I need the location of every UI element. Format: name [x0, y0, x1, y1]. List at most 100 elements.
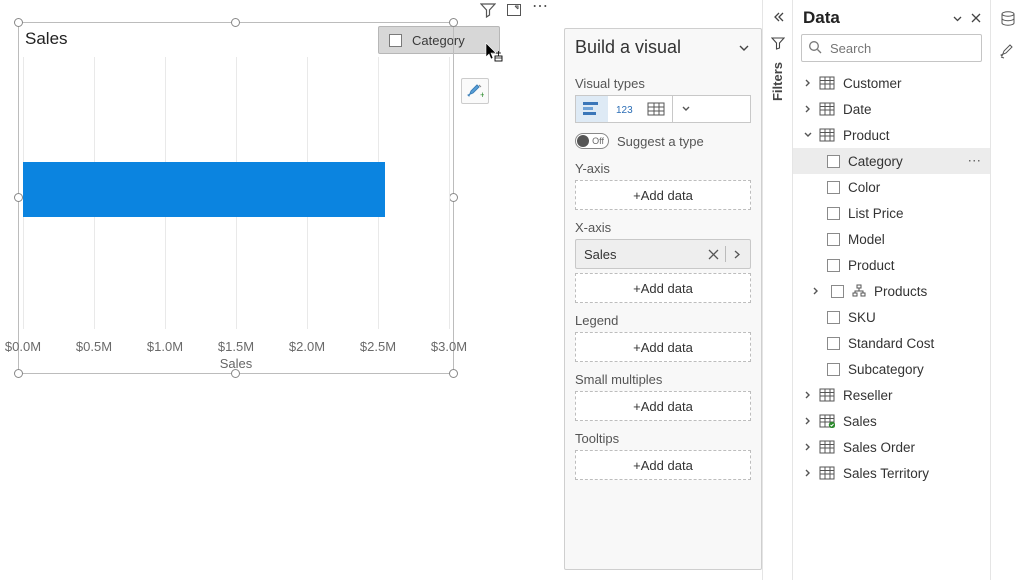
table-row[interactable]: Sales [793, 408, 990, 434]
table-name: Customer [843, 76, 902, 91]
field-name: Category [848, 154, 903, 169]
format-icon[interactable] [999, 42, 1017, 60]
field-name: Model [848, 232, 885, 247]
chart-plot-area [23, 57, 449, 329]
field-row[interactable]: Product [793, 252, 990, 278]
visual-type-dropdown[interactable] [672, 96, 698, 122]
resize-handle[interactable] [14, 193, 23, 202]
table-name: Sales Territory [843, 466, 929, 481]
filter-icon [771, 36, 785, 50]
data-pane-title: Data [803, 8, 840, 28]
legend-add-data[interactable]: +Add data [575, 332, 751, 362]
suggest-type-toggle[interactable]: Off [575, 133, 609, 149]
field-row[interactable]: Subcategory [793, 356, 990, 382]
chevron-right-icon[interactable] [801, 78, 815, 88]
field-name: Subcategory [848, 362, 924, 377]
visual-type-stacked-bar[interactable] [576, 96, 608, 122]
table-row[interactable]: Date [793, 96, 990, 122]
table-row[interactable]: Reseller [793, 382, 990, 408]
visual-type-picker[interactable]: 123 [575, 95, 751, 123]
filter-icon[interactable] [480, 2, 496, 18]
y-axis-add-data[interactable]: +Add data [575, 180, 751, 210]
field-row[interactable]: Color [793, 174, 990, 200]
fields-search-input[interactable] [801, 34, 982, 62]
field-row[interactable]: Category ⋯ [793, 148, 990, 174]
field-checkbox[interactable] [827, 207, 840, 220]
table-row[interactable]: Product [793, 122, 990, 148]
visual-type-card[interactable]: 123 [608, 96, 640, 122]
field-checkbox[interactable] [827, 233, 840, 246]
data-icon[interactable] [999, 10, 1017, 28]
x-axis-field-name: Sales [584, 247, 617, 262]
field-checkbox[interactable] [827, 259, 840, 272]
field-menu-icon[interactable] [732, 249, 742, 260]
more-options-icon[interactable]: ⋯ [968, 153, 983, 169]
field-row[interactable]: Products [793, 278, 990, 304]
more-options-icon[interactable]: ⋯ [532, 2, 548, 18]
chevron-right-icon[interactable] [809, 286, 823, 296]
field-checkbox[interactable] [827, 181, 840, 194]
chevron-right-icon[interactable] [801, 442, 815, 452]
field-name: Products [874, 284, 927, 299]
field-checkbox[interactable] [831, 285, 844, 298]
visual-types-label: Visual types [575, 76, 751, 91]
table-row[interactable]: Sales Territory [793, 460, 990, 486]
remove-field-icon[interactable] [708, 249, 719, 260]
focus-mode-icon[interactable] [506, 2, 522, 18]
chevron-right-icon[interactable] [801, 416, 815, 426]
field-row[interactable]: Standard Cost [793, 330, 990, 356]
cursor-icon [484, 42, 504, 64]
search-icon [808, 40, 823, 55]
visual-selection-box[interactable]: Sales $0.0M$0.5M$1.0M$1.5M$2.0M$2.5M$3.0… [18, 22, 454, 374]
table-name: Sales [843, 414, 877, 429]
field-row[interactable]: Model [793, 226, 990, 252]
fields-tree[interactable]: Customer Date Product Category ⋯ Color List Pr… [793, 70, 990, 486]
table-icon [819, 440, 835, 454]
field-checkbox[interactable] [827, 337, 840, 350]
field-row[interactable]: List Price [793, 200, 990, 226]
chevron-right-icon[interactable] [801, 390, 815, 400]
filters-pane-collapsed[interactable]: Filters [762, 0, 792, 580]
field-name: Product [848, 258, 895, 273]
field-checkbox[interactable] [827, 311, 840, 324]
resize-handle[interactable] [14, 369, 23, 378]
build-visual-title: Build a visual [575, 37, 681, 58]
filters-label: Filters [770, 62, 785, 101]
table-name: Date [843, 102, 872, 117]
field-name: SKU [848, 310, 876, 325]
field-checkbox[interactable] [827, 155, 840, 168]
resize-handle[interactable] [449, 18, 458, 27]
table-row[interactable]: Sales Order [793, 434, 990, 460]
field-name: Color [848, 180, 880, 195]
table-row[interactable]: Customer [793, 70, 990, 96]
chevron-down-icon[interactable] [801, 130, 815, 140]
small-multiples-add-data[interactable]: +Add data [575, 391, 751, 421]
resize-handle[interactable] [231, 18, 240, 27]
chevron-down-icon[interactable] [737, 41, 751, 55]
table-icon [819, 128, 835, 142]
resize-handle[interactable] [449, 193, 458, 202]
svg-text:+: + [480, 90, 484, 100]
visual-header-toolbar: ⋯ [480, 2, 548, 18]
chevron-down-icon[interactable] [951, 12, 964, 25]
format-chiclet[interactable]: + [461, 78, 489, 104]
chart-bar[interactable] [23, 162, 385, 217]
report-canvas[interactable]: ⋯ Category Sales $0.0M$0.5M$1.0M$1.5M$2.… [0, 0, 564, 580]
tooltips-add-data[interactable]: +Add data [575, 450, 751, 480]
x-tick-label: $2.0M [289, 339, 325, 354]
table-name: Product [843, 128, 890, 143]
close-icon[interactable] [970, 12, 982, 25]
resize-handle[interactable] [449, 369, 458, 378]
visual-type-table[interactable] [640, 96, 672, 122]
table-name: Sales Order [843, 440, 915, 455]
expand-filters-icon[interactable] [771, 10, 785, 24]
x-axis-field-pill[interactable]: Sales [575, 239, 751, 269]
chevron-right-icon[interactable] [801, 104, 815, 114]
field-row[interactable]: SKU [793, 304, 990, 330]
chevron-right-icon[interactable] [801, 468, 815, 478]
resize-handle[interactable] [14, 18, 23, 27]
x-axis-add-data[interactable]: +Add data [575, 273, 751, 303]
field-checkbox[interactable] [827, 363, 840, 376]
field-name: List Price [848, 206, 904, 221]
field-name: Standard Cost [848, 336, 934, 351]
